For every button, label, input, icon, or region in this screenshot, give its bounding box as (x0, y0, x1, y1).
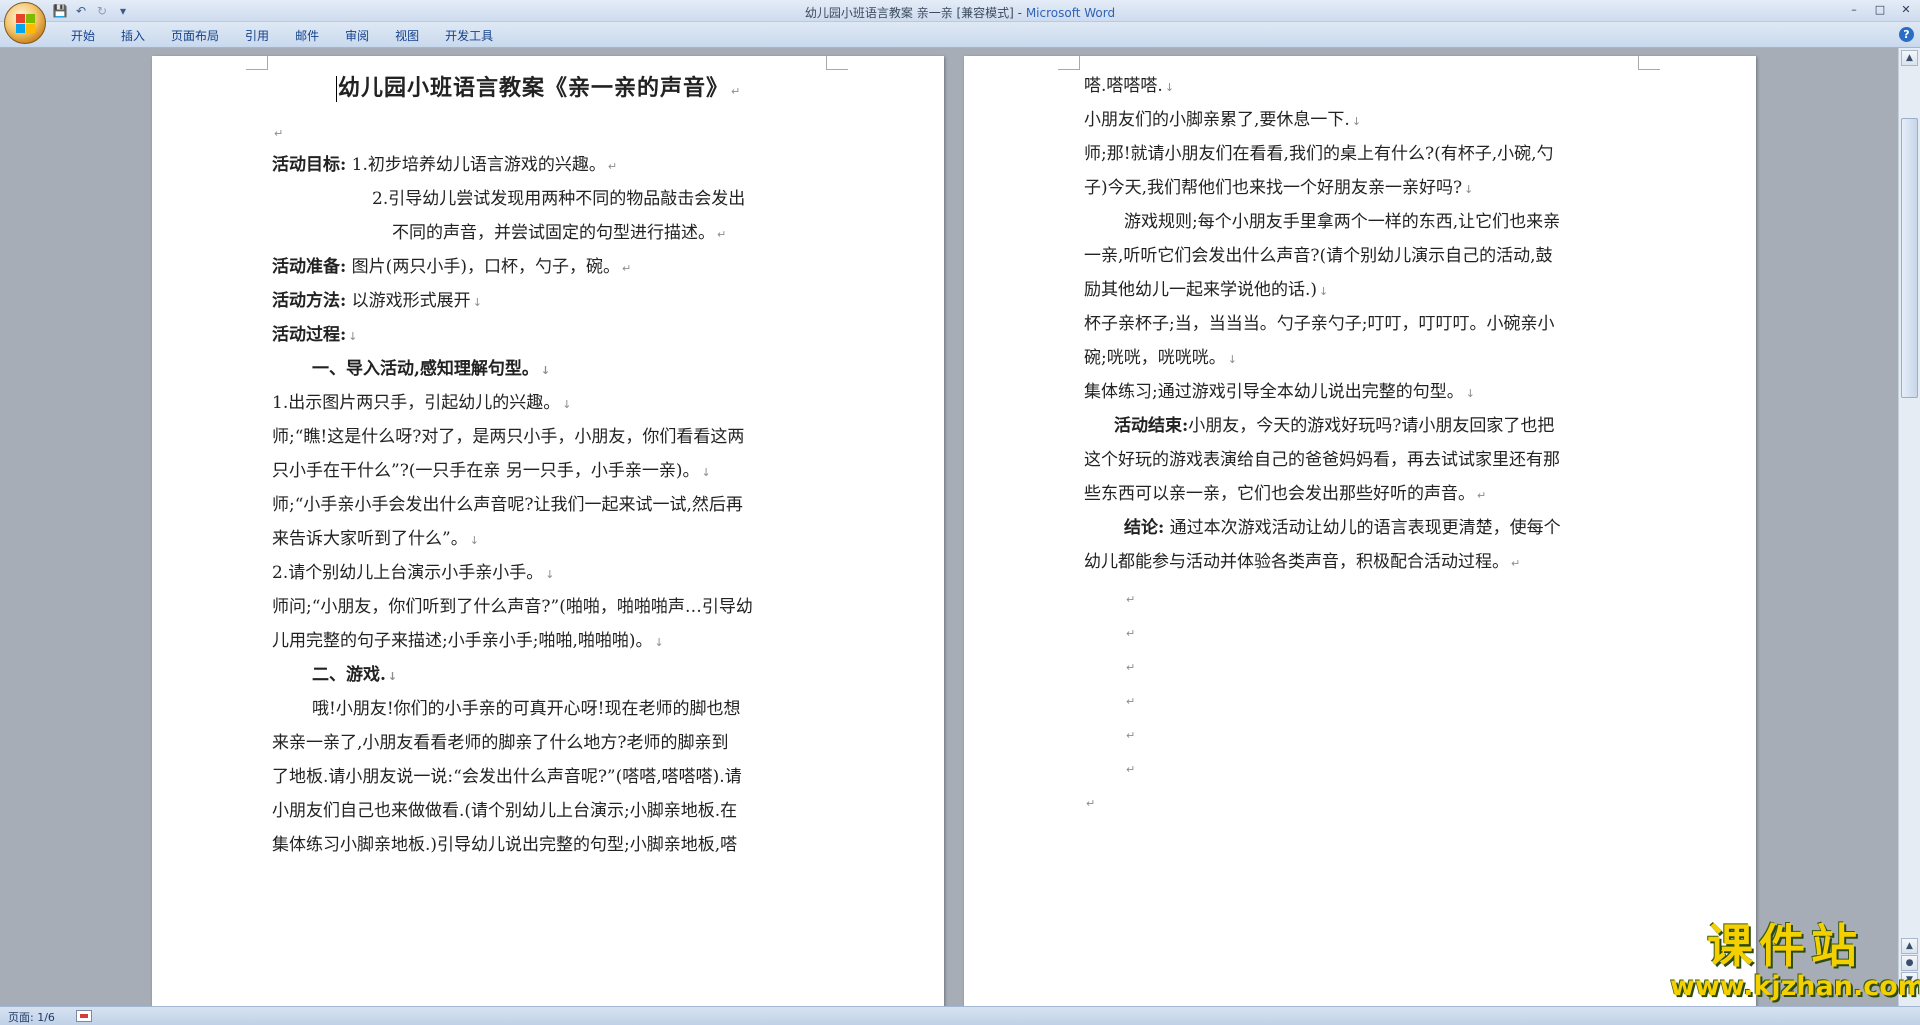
paragraph-cont: 一亲,听听它们会发出什么声音?(请个别幼儿演示自己的活动,鼓 (1084, 246, 1553, 266)
margin-corner-mark (1058, 56, 1080, 70)
section-heading-1: 一、导入活动,感知理解句型。 ↓ (312, 359, 551, 379)
watermark: 课件站 www.kjzhan.com (1670, 919, 1920, 1002)
scroll-up-button[interactable]: ▲ (1901, 50, 1918, 66)
section-heading-2: 二、游戏. ↓ (312, 665, 398, 685)
close-button[interactable]: ✕ (1898, 2, 1914, 18)
paragraph-goal-2: 2.引导幼儿尝试发现用两种不同的物品敲击会发出 (372, 189, 746, 209)
page-number-status[interactable]: 页面: 1/6 (8, 1009, 55, 1025)
tab-review[interactable]: 审阅 (332, 28, 382, 44)
paragraph-cont: 幼儿都能参与活动并体验各类声音，积极配合活动过程。 ↵ (1084, 552, 1521, 572)
empty-paragraph: ↵ (1126, 695, 1136, 708)
paragraph-cont: 些东西可以亲一亲，它们也会发出那些好听的声音。 ↵ (1084, 484, 1487, 504)
paragraph-cont: 来亲一亲了,小朋友看看老师的脚亲了什么地方?老师的脚亲到 (272, 733, 729, 753)
empty-paragraph: ↵ (1126, 627, 1136, 640)
proofing-status-icon[interactable] (76, 1010, 92, 1022)
paragraph: 师;“瞧!这是什么呀?对了，是两只小手，小朋友，你们看看这两 (272, 427, 745, 447)
paragraph-cont: 碗;咣咣，咣咣咣。 ↓ (1084, 348, 1237, 368)
paragraph-cont: 小朋友们自己也来做做看.(请个别幼儿上台演示;小脚亲地板.在 (272, 801, 738, 821)
paragraph: 杯子亲杯子;当，当当当。勺子亲勺子;叮叮，叮叮叮。小碗亲小 (1084, 314, 1555, 334)
empty-paragraph: ↵ (1126, 763, 1136, 776)
app-name: Microsoft Word (1025, 6, 1116, 20)
tab-home[interactable]: 开始 (58, 28, 108, 44)
margin-corner-mark (1638, 56, 1660, 70)
margin-corner-mark (246, 56, 268, 70)
paragraph: 师;那!就请小朋友们在看看,我们的桌上有什么?(有杯子,小碗,勺 (1084, 144, 1554, 164)
paragraph: 哦!小朋友!你们的小手亲的可真开心呀!现在老师的脚也想 (312, 699, 741, 719)
paragraph-cont: 这个好玩的游戏表演给自己的爸爸妈妈看，再去试试家里还有那 (1084, 450, 1560, 470)
document-title: 幼儿园小班语言教案《亲一亲的声音》 ↵ (338, 75, 741, 101)
paragraph-goal-2-cont: 不同的声音，并尝试固定的句型进行描述。 ↵ (392, 223, 727, 243)
tab-page-layout[interactable]: 页面布局 (158, 28, 232, 44)
window-controls: – □ ✕ (1846, 2, 1914, 18)
window-title: 幼儿园小班语言教案 亲一亲 [兼容模式] - Microsoft Word (0, 4, 1920, 21)
text-cursor (336, 76, 337, 102)
paragraph-cont: 励其他幼儿一起来学说他的话.) ↓ (1084, 280, 1329, 300)
paragraph-conclusion: 结论: 通过本次游戏活动让幼儿的语言表现更清楚，使每个 (1124, 518, 1561, 538)
select-browse-object-button[interactable]: ● (1901, 955, 1918, 971)
empty-paragraph: ↵ (274, 127, 284, 140)
office-button[interactable] (4, 2, 46, 44)
tab-mailings[interactable]: 邮件 (282, 28, 332, 44)
paragraph-cont: 子)今天,我们帮他们也来找一个好朋友亲一亲好吗? ↓ (1084, 178, 1474, 198)
paragraph: 小朋友们的小脚亲累了,要休息一下. ↓ (1084, 110, 1362, 130)
status-bar: 页面: 1/6 (0, 1006, 1920, 1025)
document-page-1[interactable]: 幼儿园小班语言教案《亲一亲的声音》 ↵ ↵ 活动目标: 1.初步培养幼儿语言游戏的… (152, 56, 944, 1006)
office-logo-icon (16, 14, 36, 34)
paragraph-method: 活动方法: 以游戏形式展开 ↓ (272, 291, 482, 311)
scrollbar-thumb[interactable] (1901, 118, 1918, 398)
minimize-button[interactable]: – (1846, 2, 1862, 18)
margin-corner-mark (826, 56, 848, 70)
previous-page-button[interactable]: ▲ (1901, 938, 1918, 954)
paragraph-prep: 活动准备: 图片(两只小手)，口杯，勺子，碗。 ↵ (272, 257, 632, 277)
paragraph-cont: 嗒.嗒嗒嗒. ↓ (1084, 76, 1175, 96)
empty-paragraph: ↵ (1086, 797, 1096, 810)
ribbon-tabs: 开始 插入 页面布局 引用 邮件 审阅 视图 开发工具 (58, 28, 506, 44)
tab-view[interactable]: 视图 (382, 28, 432, 44)
empty-paragraph: ↵ (1126, 661, 1136, 674)
paragraph-cont: 集体练习小脚亲地板.)引导幼儿说出完整的句型;小脚亲地板,嗒 (272, 835, 738, 855)
paragraph-cont: 来告诉大家听到了什么”。 ↓ (272, 529, 479, 549)
paragraph: 师;“小手亲小手会发出什么声音呢?让我们一起来试一试,然后再 (272, 495, 743, 515)
tab-developer[interactable]: 开发工具 (432, 28, 506, 44)
watermark-url: www.kjzhan.com (1670, 971, 1920, 1002)
paragraph-cont: 了地板.请小朋友说一说:“会发出什么声音呢?”(嗒嗒,嗒嗒嗒).请 (272, 767, 742, 787)
paragraph: 师问;“小朋友，你们听到了什么声音?”(啪啪，啪啪啪声…引导幼 (272, 597, 753, 617)
maximize-button[interactable]: □ (1872, 2, 1888, 18)
ribbon: 开始 插入 页面布局 引用 邮件 审阅 视图 开发工具 ? (0, 22, 1920, 48)
paragraph: 2.请个别幼儿上台演示小手亲小手。 ↓ (272, 563, 555, 583)
paragraph-process: 活动过程: ↓ (272, 325, 358, 345)
tab-references[interactable]: 引用 (232, 28, 282, 44)
tab-insert[interactable]: 插入 (108, 28, 158, 44)
paragraph-cont: 儿用完整的句子来描述;小手亲小手;啪啪,啪啪啪)。 ↓ (272, 631, 664, 651)
paragraph-cont: 只小手在干什么”?(一只手在亲 另一只手，小手亲一亲)。 ↓ (272, 461, 711, 481)
paragraph: 游戏规则;每个小朋友手里拿两个一样的东西,让它们也来亲 (1124, 212, 1561, 232)
paragraph: 1.出示图片两只手，引起幼儿的兴趣。 ↓ (272, 393, 572, 413)
watermark-title: 课件站 (1707, 919, 1863, 973)
paragraph-goal: 活动目标: 1.初步培养幼儿语言游戏的兴趣。 ↵ (272, 155, 618, 175)
document-page-2[interactable]: 嗒.嗒嗒嗒. ↓ 小朋友们的小脚亲累了,要休息一下. ↓ 师;那!就请小朋友们在看看… (964, 56, 1756, 1006)
empty-paragraph: ↵ (1126, 729, 1136, 742)
title-bar: 💾 ↶ ↻ ▾ 幼儿园小班语言教案 亲一亲 [兼容模式] - Microsoft… (0, 0, 1920, 22)
paragraph: 集体练习;通过游戏引导全本幼儿说出完整的句型。 ↓ (1084, 382, 1475, 402)
document-name: 幼儿园小班语言教案 亲一亲 [兼容模式] - (804, 6, 1026, 20)
help-icon[interactable]: ? (1899, 27, 1914, 42)
paragraph-end: 活动结束:小朋友，今天的游戏好玩吗?请小朋友回家了也把 (1114, 416, 1555, 436)
vertical-scrollbar[interactable]: ▲ ▲ ● ▼ (1898, 48, 1920, 1006)
document-workspace[interactable]: 幼儿园小班语言教案《亲一亲的声音》 ↵ ↵ 活动目标: 1.初步培养幼儿语言游戏的… (0, 48, 1898, 1006)
empty-paragraph: ↵ (1126, 593, 1136, 606)
